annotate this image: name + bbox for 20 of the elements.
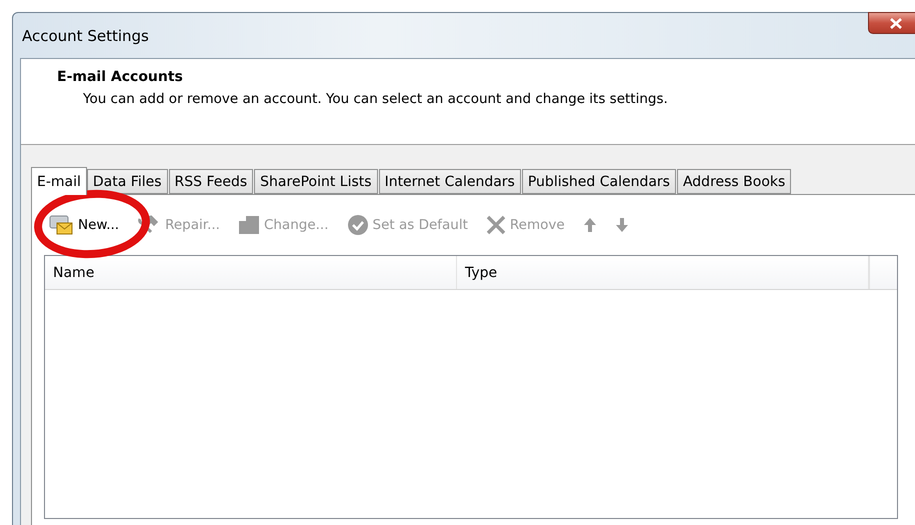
close-icon: [890, 18, 902, 28]
check-circle-icon: [346, 214, 369, 236]
arrow-down-icon: [614, 217, 629, 233]
tab[interactable]: Internet Calendars: [378, 169, 521, 194]
close-icon: [486, 215, 506, 235]
arrow-up-icon: [582, 217, 597, 233]
envelope-icon: [48, 214, 74, 236]
section-description: You can add or remove an account. You can select an account and change its settings.: [83, 91, 669, 107]
column-header[interactable]: Name: [45, 256, 457, 289]
tab[interactable]: Published Calendars: [522, 169, 676, 194]
close-button[interactable]: [868, 12, 915, 34]
section-title: E-mail Accounts: [57, 69, 184, 85]
tab[interactable]: Data Files: [86, 169, 168, 194]
window-title: Account Settings: [22, 26, 149, 44]
tab[interactable]: Address Books: [676, 169, 792, 194]
column-header[interactable]: Type: [457, 256, 869, 289]
toolbar-button[interactable]: New...: [48, 214, 120, 236]
tab[interactable]: RSS Feeds: [168, 169, 254, 194]
tab[interactable]: SharePoint Lists: [254, 169, 378, 194]
tab[interactable]: E-mail: [31, 167, 87, 195]
